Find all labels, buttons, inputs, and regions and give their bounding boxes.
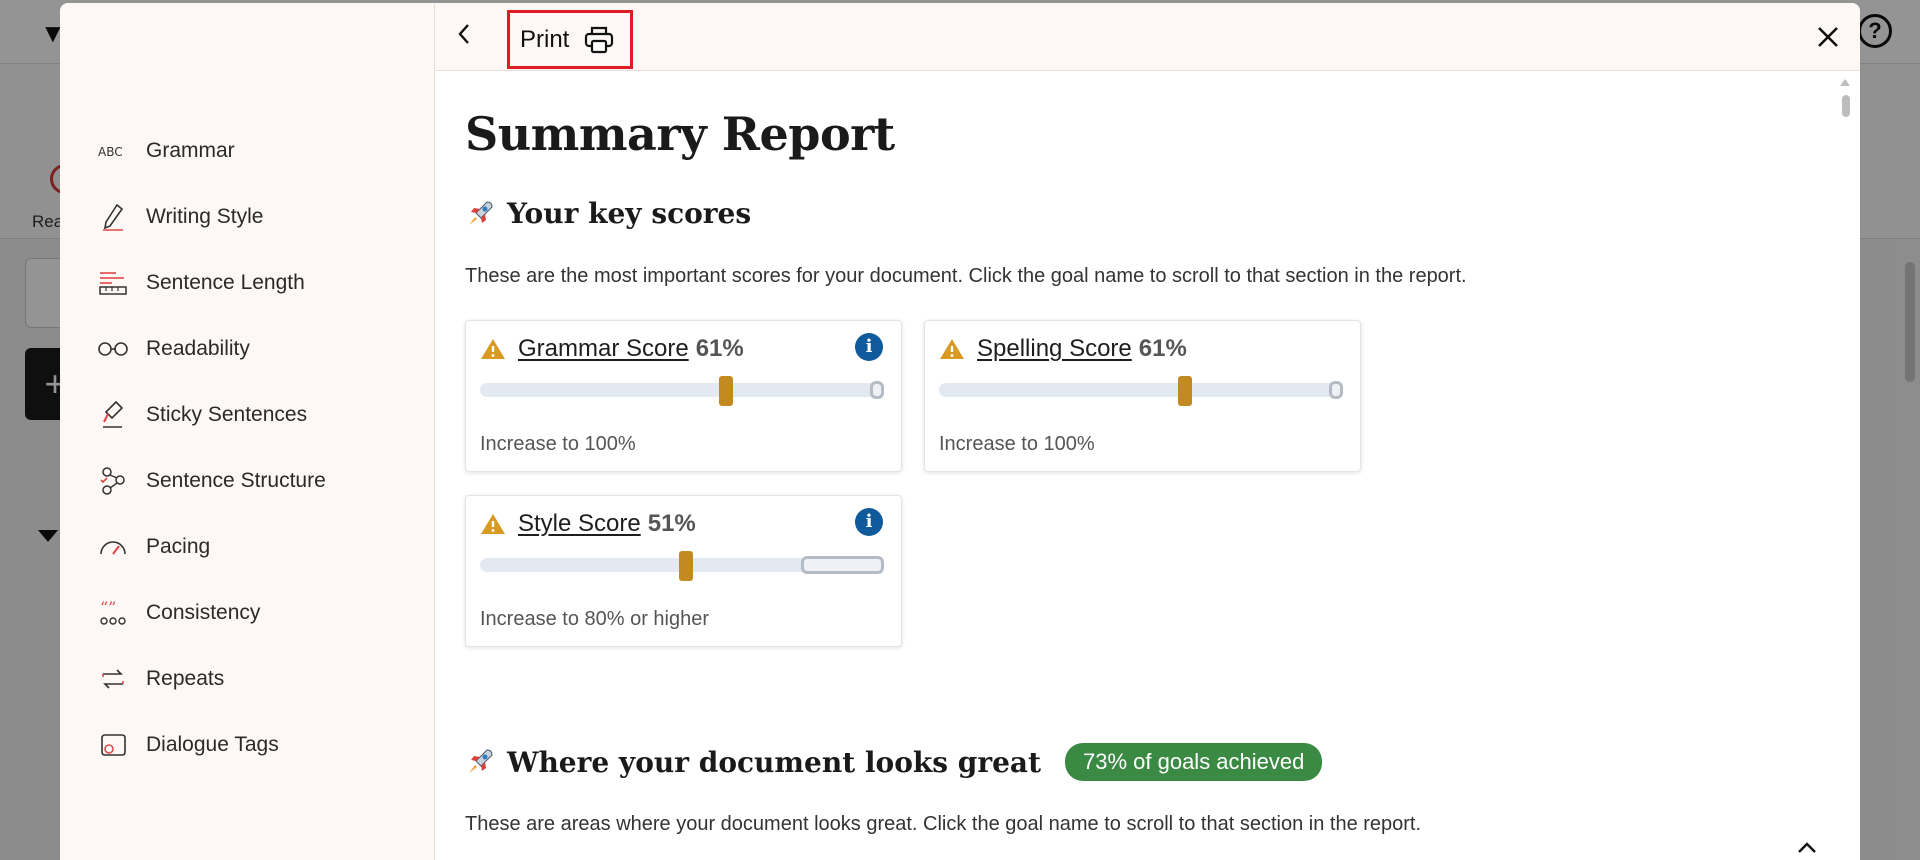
scroll-to-top-button[interactable] (1794, 838, 1820, 858)
sidebar-item-label: Readability (146, 337, 250, 360)
sidebar-item-readability[interactable]: Readability (96, 329, 250, 369)
modal-header: Print (435, 3, 1860, 71)
sidebar-item-grammar[interactable]: ABC Grammar (96, 131, 235, 171)
report-sidebar: ABC Grammar Writing Style Sentence Lengt… (60, 3, 435, 860)
target-range (870, 381, 884, 399)
sidebar-item-label: Repeats (146, 667, 225, 690)
sidebar-item-label: Consistency (146, 601, 261, 624)
score-slider-track (480, 551, 884, 581)
score-marker (1178, 376, 1192, 406)
content-scrollbar-thumb[interactable] (1842, 95, 1850, 117)
info-icon[interactable]: i (855, 508, 883, 536)
speech-bubble-icon (96, 728, 130, 762)
warning-icon (481, 514, 505, 534)
score-card-style: Style Score 51% i Increase to 80% or hig… (465, 495, 902, 647)
spelling-score-link[interactable]: Spelling Score (977, 335, 1132, 363)
abc-icon: ABC (96, 134, 130, 168)
pencil-icon (96, 200, 130, 234)
print-label: Print (520, 25, 570, 53)
svg-text:“”: “” (100, 599, 116, 617)
style-score-percent: 51% (647, 510, 696, 537)
sidebar-item-repeats[interactable]: Repeats (96, 659, 224, 699)
score-marker (679, 551, 693, 581)
summary-report-modal: ABC Grammar Writing Style Sentence Lengt… (60, 3, 1860, 860)
quotes-icon: “” (96, 596, 130, 630)
ruler-lines-icon (96, 266, 130, 300)
scroll-up-arrow-icon[interactable] (1840, 79, 1850, 86)
grammar-score-link[interactable]: Grammar Score (518, 335, 689, 363)
close-icon (1818, 27, 1838, 47)
score-card-spelling: Spelling Score 61% Increase to 100% (924, 320, 1361, 472)
info-icon[interactable]: i (855, 333, 883, 361)
glasses-icon (96, 332, 130, 366)
sidebar-item-sticky-sentences[interactable]: Sticky Sentences (96, 395, 307, 435)
looks-great-description: These are areas where your document look… (465, 813, 1422, 835)
spelling-score-percent: 61% (1138, 335, 1187, 362)
style-score-link[interactable]: Style Score (518, 510, 641, 538)
score-hint: Increase to 80% or higher (480, 608, 710, 630)
sidebar-item-label: Sticky Sentences (146, 403, 308, 426)
sidebar-item-label: Pacing (146, 535, 211, 558)
warning-icon (481, 339, 505, 359)
chevron-left-icon (458, 24, 469, 44)
speedometer-icon (96, 530, 130, 564)
score-hint: Increase to 100% (480, 433, 636, 455)
score-marker (719, 376, 733, 406)
print-button[interactable]: Print (507, 10, 633, 69)
repeat-arrows-icon (96, 662, 130, 696)
structure-nodes-icon (96, 464, 130, 498)
score-slider-track (480, 376, 884, 406)
score-slider-track (939, 376, 1343, 406)
goals-achieved-badge: 73% of goals achieved (1065, 743, 1323, 781)
svg-text:ABC: ABC (98, 145, 123, 159)
sidebar-item-label: Dialogue Tags (146, 733, 279, 756)
sidebar-item-label: Grammar (146, 139, 235, 162)
target-range (801, 556, 884, 574)
sidebar-item-label: Sentence Length (146, 271, 305, 294)
report-content[interactable]: Summary Report Your key scores These are… (435, 71, 1860, 860)
target-range (1329, 381, 1343, 399)
key-scores-heading: Your key scores (465, 197, 751, 230)
card-header: Style Score 51% (480, 510, 696, 538)
back-button[interactable] (447, 17, 481, 51)
sidebar-item-sentence-structure[interactable]: Sentence Structure (96, 461, 326, 501)
grammar-score-percent: 61% (695, 335, 744, 362)
looks-great-heading: Where your document looks great 73% of g… (465, 743, 1323, 781)
sidebar-item-label: Writing Style (146, 205, 264, 228)
warning-icon (940, 339, 964, 359)
chevron-up-icon (1798, 842, 1816, 853)
glue-pen-icon (96, 398, 130, 432)
printer-icon (585, 26, 614, 53)
sidebar-item-dialogue-tags[interactable]: Dialogue Tags (96, 725, 279, 765)
score-card-grammar: Grammar Score 61% i Increase to 100% (465, 320, 902, 472)
sidebar-item-writing-style[interactable]: Writing Style (96, 197, 263, 237)
page-title: Summary Report (465, 107, 895, 161)
sidebar-item-consistency[interactable]: “” Consistency (96, 593, 260, 633)
sidebar-item-sentence-length[interactable]: Sentence Length (96, 263, 305, 303)
section-heading-text: Your key scores (507, 197, 752, 230)
score-hint: Increase to 100% (939, 433, 1095, 455)
section-heading-text: Where your document looks great (507, 745, 1041, 779)
rocket-icon (469, 200, 493, 225)
card-header: Grammar Score 61% (480, 335, 744, 363)
sidebar-item-label: Sentence Structure (146, 469, 326, 492)
sidebar-item-pacing[interactable]: Pacing (96, 527, 210, 567)
key-scores-description: These are the most important scores for … (465, 265, 1467, 287)
close-button[interactable] (1810, 19, 1846, 55)
card-header: Spelling Score 61% (939, 335, 1187, 363)
rocket-icon (469, 749, 493, 773)
